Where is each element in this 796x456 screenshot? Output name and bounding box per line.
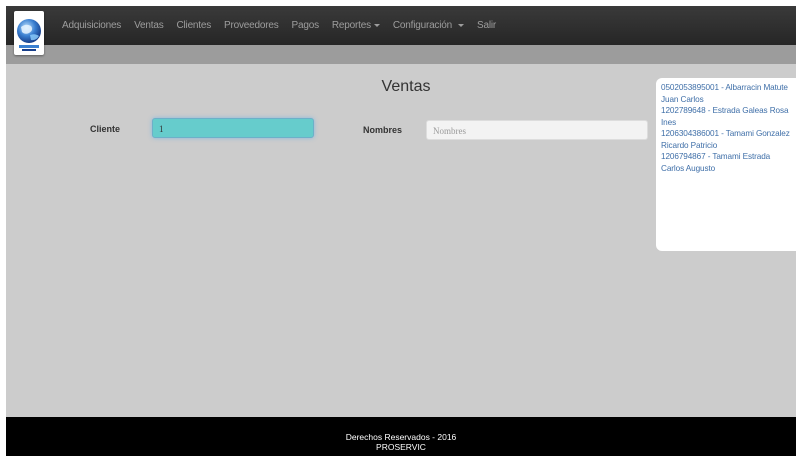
nav-item-label: Adquisiciones bbox=[62, 20, 122, 31]
autocomplete-item[interactable]: 0502053895001 - Albarracin Matute Juan C… bbox=[661, 82, 796, 105]
nav-item-pagos[interactable]: Pagos bbox=[291, 20, 320, 31]
nombres-input[interactable]: Nombres bbox=[426, 120, 648, 140]
nav-item-adquisiciones[interactable]: Adquisiciones bbox=[62, 20, 121, 31]
nav-item-salir[interactable]: Salir bbox=[477, 20, 496, 31]
app-frame: Adquisiciones Ventas Clientes Proveedore… bbox=[6, 6, 796, 456]
nav-item-clientes[interactable]: Clientes bbox=[177, 20, 212, 31]
cliente-label: Cliente bbox=[90, 124, 121, 134]
nav-item-label: Ventas bbox=[134, 20, 164, 31]
nav-menu: Adquisiciones Ventas Clientes Proveedore… bbox=[62, 6, 509, 45]
autocomplete-dropdown: 0502053895001 - Albarracin Matute Juan C… bbox=[656, 78, 796, 251]
nav-item-configuracion[interactable]: Configuración bbox=[393, 20, 464, 31]
nav-item-label: Pagos bbox=[291, 20, 320, 31]
autocomplete-item[interactable]: 1206794867 - Tamami Estrada Carlos Augus… bbox=[661, 151, 796, 174]
nav-item-label: Salir bbox=[476, 20, 496, 31]
autocomplete-item[interactable]: 1206304386001 - Tamami Gonzalez Ricardo … bbox=[661, 128, 796, 151]
cliente-input[interactable]: 1 bbox=[152, 118, 314, 138]
nav-item-label: Reportes bbox=[331, 20, 371, 31]
brand-logo[interactable] bbox=[14, 11, 44, 55]
caret-down-icon bbox=[457, 23, 464, 27]
autocomplete-item[interactable]: 1202789648 - Estrada Galeas Rosa Ines bbox=[661, 105, 796, 128]
page-title: Ventas bbox=[381, 78, 431, 95]
globe-logo-icon bbox=[17, 19, 41, 51]
nav-item-label: Clientes bbox=[176, 20, 212, 31]
nav-item-reportes[interactable]: Reportes bbox=[332, 20, 380, 31]
caret-down-icon bbox=[373, 23, 380, 27]
nav-item-label: Configuración bbox=[392, 20, 452, 31]
nav-item-ventas[interactable]: Ventas bbox=[134, 20, 164, 31]
page-footer: Derechos Reservados - 2016 PROSERVIC bbox=[6, 417, 796, 456]
footer-company: PROSERVIC bbox=[376, 442, 426, 452]
nav-item-label: Proveedores bbox=[224, 20, 279, 31]
top-navbar: Adquisiciones Ventas Clientes Proveedore… bbox=[6, 6, 796, 45]
nav-item-proveedores[interactable]: Proveedores bbox=[224, 20, 279, 31]
navbar-subbar bbox=[6, 45, 796, 64]
footer-copyright: Derechos Reservados - 2016 bbox=[345, 432, 457, 442]
nombres-label: Nombres bbox=[363, 125, 403, 135]
